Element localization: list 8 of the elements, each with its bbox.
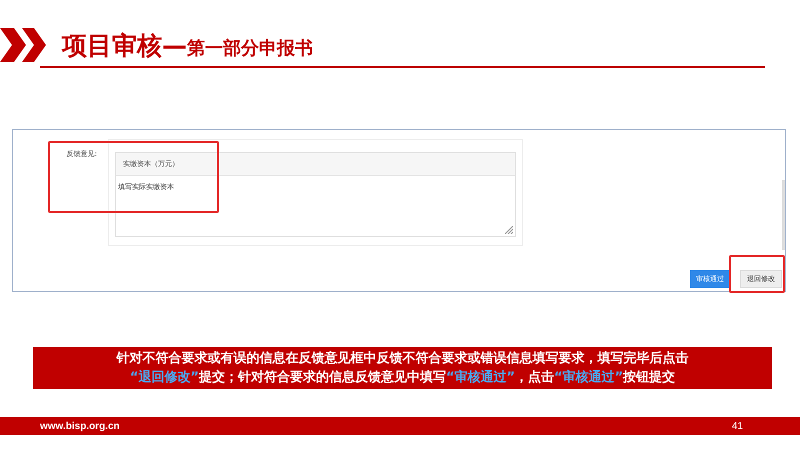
caption-text: 针对不符合要求或有误的信息在反馈意见框中反馈不符合要求或错误信息填写要求，填写完毕后点击	[115, 350, 690, 368]
scrollbar[interactable]	[782, 180, 785, 250]
caption-text: “退回修改”提交；针对符合要求的信息反馈意见中填写“审核通过”，点击“审核通过”按钮提交	[128, 368, 676, 387]
highlight-frame	[729, 255, 785, 293]
website-url: www.bisp.org.cn	[40, 420, 120, 432]
slide-title: 项目审核—第一部分申报书	[62, 30, 313, 62]
page-number: 41	[732, 420, 743, 432]
resize-grip-icon[interactable]	[505, 226, 513, 234]
